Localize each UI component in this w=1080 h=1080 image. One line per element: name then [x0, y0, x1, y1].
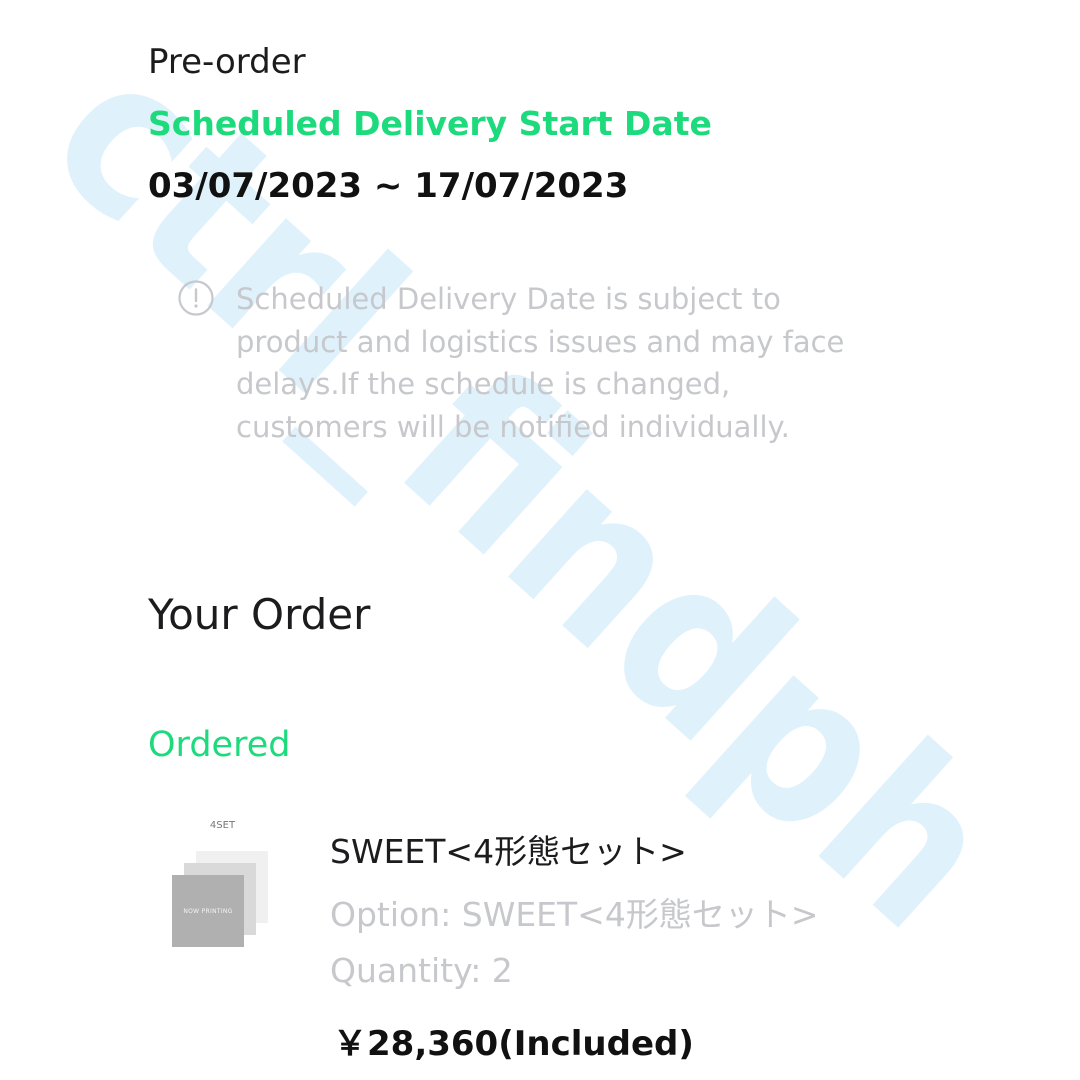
info-circle-icon	[178, 280, 214, 316]
delivery-date-title: Scheduled Delivery Start Date	[148, 104, 712, 143]
delivery-date-range: 03/07/2023 ~ 17/07/2023	[148, 166, 629, 206]
order-status: Ordered	[148, 725, 291, 765]
thumbnail-cover-text: NOW PRINTING	[183, 907, 233, 915]
your-order-heading: Your Order	[148, 590, 371, 639]
product-thumbnail[interactable]: 4SET NOW PRINTING	[160, 815, 285, 960]
product-option: Option: SWEET<4形態セット>	[330, 895, 819, 934]
notice-text: Scheduled Delivery Date is subject to pr…	[236, 282, 845, 444]
product-name[interactable]: SWEET<4形態セット>	[330, 825, 687, 873]
preorder-label: Pre-order	[148, 42, 306, 82]
product-quantity: Quantity: 2	[330, 951, 513, 990]
product-price: ￥28,360(Included)	[333, 1024, 694, 1064]
thumbnail-set-label: 4SET	[209, 820, 236, 831]
order-detail-page: Pre-order Scheduled Delivery Start Date …	[0, 0, 1080, 1080]
thumbnail-cover: NOW PRINTING	[172, 875, 244, 947]
